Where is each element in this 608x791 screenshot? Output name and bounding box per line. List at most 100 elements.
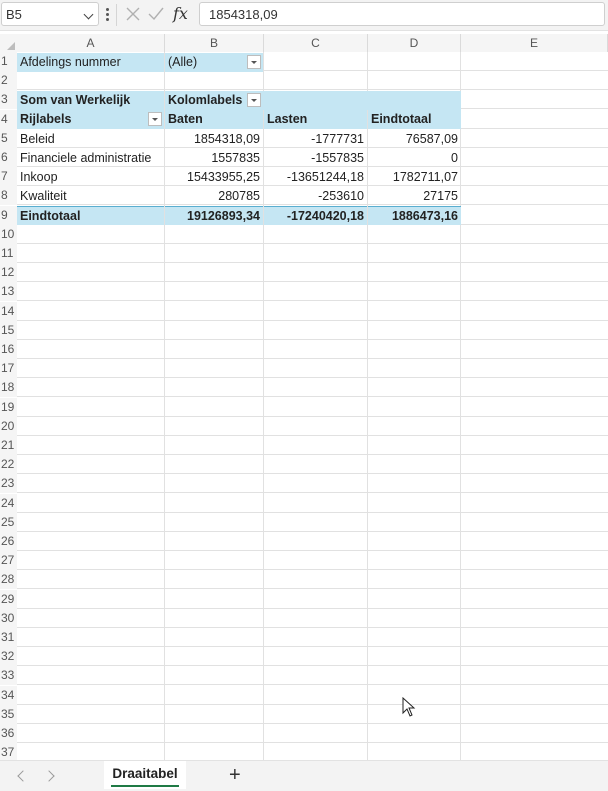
add-sheet-button[interactable]: +	[229, 765, 241, 785]
row-header[interactable]: 14	[0, 302, 17, 321]
row-header[interactable]: 6	[0, 148, 17, 167]
gridline	[17, 473, 608, 474]
gridline	[17, 396, 608, 397]
row-header[interactable]: 2	[0, 71, 17, 90]
pivot-cell-lasten[interactable]: -13651244,18	[264, 168, 367, 187]
row-header[interactable]: 9	[0, 206, 17, 225]
column-header-c[interactable]: C	[264, 34, 368, 52]
pivot-row-label[interactable]: Kwaliteit	[17, 187, 164, 206]
gridline	[17, 512, 608, 513]
pivot-values-header[interactable]: Som van Werkelijk	[17, 91, 164, 110]
row-header[interactable]: 10	[0, 225, 17, 244]
row-header[interactable]: 32	[0, 647, 17, 666]
row-header[interactable]: 25	[0, 513, 17, 532]
gridline	[17, 243, 608, 244]
pivot-row-label[interactable]: Inkoop	[17, 168, 164, 187]
column-header-a[interactable]: A	[17, 34, 165, 52]
row-labels-dropdown-icon[interactable]	[148, 112, 162, 126]
row-header[interactable]: 4	[0, 110, 17, 129]
pivot-grand-total-lasten[interactable]: -17240420,18	[264, 206, 367, 225]
pivot-cell-lasten[interactable]: -253610	[264, 187, 367, 206]
name-box[interactable]: B5	[1, 2, 99, 26]
gridline	[17, 89, 608, 90]
gridline	[17, 531, 608, 532]
pivot-cell-baten[interactable]: 1854318,09	[165, 130, 263, 149]
pivot-col-header-eindtotaal[interactable]: Eindtotaal	[368, 110, 461, 129]
filter-dropdown-icon[interactable]	[247, 55, 261, 69]
row-header[interactable]: 20	[0, 417, 17, 436]
active-tab-indicator	[111, 785, 179, 787]
pivot-cell-baten[interactable]: 280785	[165, 187, 263, 206]
pivot-cell-baten[interactable]: 15433955,25	[165, 168, 263, 187]
row-header[interactable]: 33	[0, 666, 17, 685]
row-header[interactable]: 11	[0, 244, 17, 263]
pivot-cell-baten[interactable]: 1557835	[165, 149, 263, 168]
row-header[interactable]: 27	[0, 551, 17, 570]
pivot-cell-lasten[interactable]: -1777731	[264, 130, 367, 149]
row-header[interactable]: 3	[0, 90, 17, 109]
row-header[interactable]: 7	[0, 167, 17, 186]
row-header[interactable]: 13	[0, 282, 17, 301]
gridline	[17, 377, 608, 378]
row-header[interactable]: 21	[0, 436, 17, 455]
formula-bar: B5 fx 1854318,09	[0, 0, 608, 31]
column-labels-dropdown-icon[interactable]	[247, 93, 261, 107]
row-header[interactable]: 19	[0, 398, 17, 417]
row-header[interactable]: 15	[0, 321, 17, 340]
chevron-down-icon[interactable]	[83, 9, 94, 20]
gridline	[17, 454, 608, 455]
pivot-row-label[interactable]: Beleid	[17, 130, 164, 149]
pivot-grand-total-baten[interactable]: 19126893,34	[165, 206, 263, 225]
row-header[interactable]: 26	[0, 532, 17, 551]
check-icon[interactable]	[147, 5, 165, 23]
pivot-row-label[interactable]: Financiele administratie	[17, 149, 164, 168]
row-header[interactable]: 23	[0, 474, 17, 493]
pivot-cell-lasten[interactable]: -1557835	[264, 149, 367, 168]
gridline	[17, 704, 608, 705]
function-icon[interactable]: fx	[173, 4, 188, 23]
pivot-filter-label[interactable]: Afdelings nummer	[17, 53, 164, 72]
more-options-icon[interactable]	[106, 8, 109, 22]
row-header[interactable]: 8	[0, 186, 17, 205]
row-header[interactable]: 17	[0, 359, 17, 378]
gridline	[17, 684, 608, 685]
pivot-cell-total[interactable]: 0	[368, 149, 461, 168]
pivot-row-labels[interactable]: Rijlabels	[17, 110, 164, 129]
row-header[interactable]: 1	[0, 52, 17, 71]
sheet-tab-draaitabel[interactable]: Draaitabel	[104, 761, 186, 789]
row-header[interactable]: 31	[0, 628, 17, 647]
column-header-b[interactable]: B	[165, 34, 264, 52]
gridline	[17, 339, 608, 340]
pivot-column-labels[interactable]: Kolomlabels	[165, 91, 461, 110]
gridline	[17, 416, 608, 417]
pivot-cell-total[interactable]: 27175	[368, 187, 461, 206]
pivot-grand-total-eindtotaal[interactable]: 1886473,16	[368, 206, 461, 225]
gridline	[17, 646, 608, 647]
row-header[interactable]: 18	[0, 378, 17, 397]
pivot-col-header-lasten[interactable]: Lasten	[264, 110, 367, 129]
pivot-cell-total[interactable]: 76587,09	[368, 130, 461, 149]
row-header[interactable]: 24	[0, 494, 17, 513]
formula-input[interactable]: 1854318,09	[199, 2, 605, 26]
row-header[interactable]: 34	[0, 686, 17, 705]
gridline	[17, 627, 608, 628]
column-header-e[interactable]: E	[461, 34, 608, 52]
row-header[interactable]: 36	[0, 724, 17, 743]
row-header[interactable]: 30	[0, 609, 17, 628]
row-header[interactable]: 12	[0, 263, 17, 282]
gridline	[17, 550, 608, 551]
row-header[interactable]: 29	[0, 590, 17, 609]
column-header-d[interactable]: D	[368, 34, 461, 52]
select-all-corner[interactable]	[0, 34, 17, 52]
chevron-left-icon[interactable]	[17, 770, 29, 782]
cancel-icon[interactable]	[124, 5, 142, 23]
row-header[interactable]: 28	[0, 570, 17, 589]
chevron-right-icon[interactable]	[43, 770, 55, 782]
pivot-grand-total-label[interactable]: Eindtotaal	[17, 206, 164, 225]
row-header[interactable]: 35	[0, 705, 17, 724]
row-header[interactable]: 5	[0, 129, 17, 148]
row-header[interactable]: 16	[0, 340, 17, 359]
row-header[interactable]: 22	[0, 455, 17, 474]
pivot-col-header-baten[interactable]: Baten	[165, 110, 263, 129]
pivot-cell-total[interactable]: 1782711,07	[368, 168, 461, 187]
